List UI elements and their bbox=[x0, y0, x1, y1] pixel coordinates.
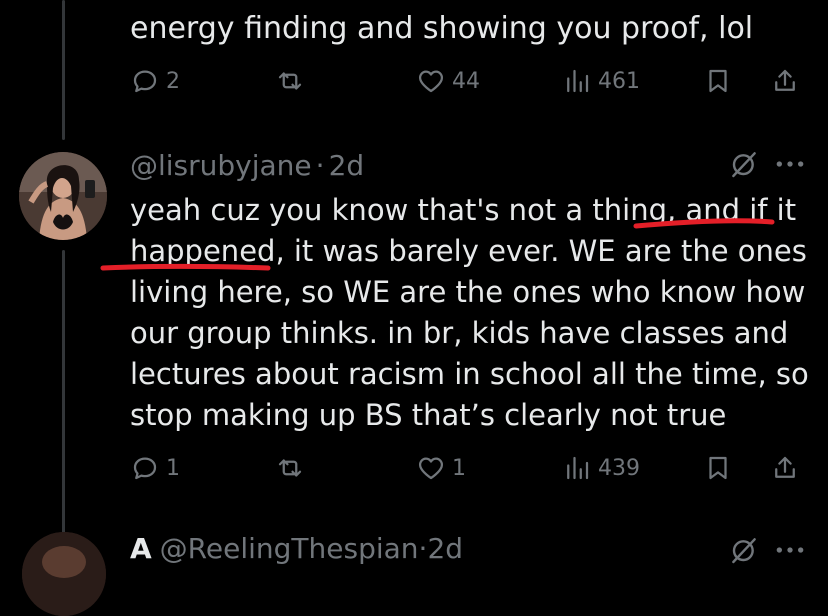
next-tweet-time[interactable]: 2d bbox=[427, 532, 463, 565]
next-avatar-photo bbox=[22, 532, 106, 616]
share-button[interactable] bbox=[770, 448, 800, 488]
share-icon bbox=[775, 456, 795, 478]
like-button[interactable]: 1 bbox=[416, 448, 466, 488]
tweet-actions: 1 1 439 bbox=[130, 448, 810, 488]
views-count: 439 bbox=[598, 455, 640, 481]
retweet-button[interactable] bbox=[275, 448, 305, 488]
views-icon bbox=[567, 456, 589, 480]
more-icon[interactable] bbox=[774, 538, 806, 562]
like-count: 1 bbox=[452, 455, 466, 481]
reply-count: 1 bbox=[166, 455, 180, 481]
next-header-actions bbox=[720, 534, 810, 564]
bookmark-icon bbox=[709, 456, 727, 480]
next-user-handle[interactable]: @ReelingThespian bbox=[160, 532, 419, 565]
reply-button[interactable]: 1 bbox=[130, 448, 180, 488]
bookmark-button[interactable] bbox=[703, 448, 733, 488]
next-user-name[interactable]: A bbox=[130, 532, 152, 565]
next-avatar[interactable] bbox=[22, 532, 106, 616]
grok-icon[interactable] bbox=[728, 534, 760, 566]
like-icon bbox=[418, 457, 444, 480]
views-button[interactable]: 439 bbox=[562, 448, 640, 488]
retweet-icon bbox=[278, 459, 302, 477]
next-tweet-header: A @ReelingThespian·2d bbox=[130, 532, 463, 572]
reply-icon bbox=[133, 457, 157, 480]
